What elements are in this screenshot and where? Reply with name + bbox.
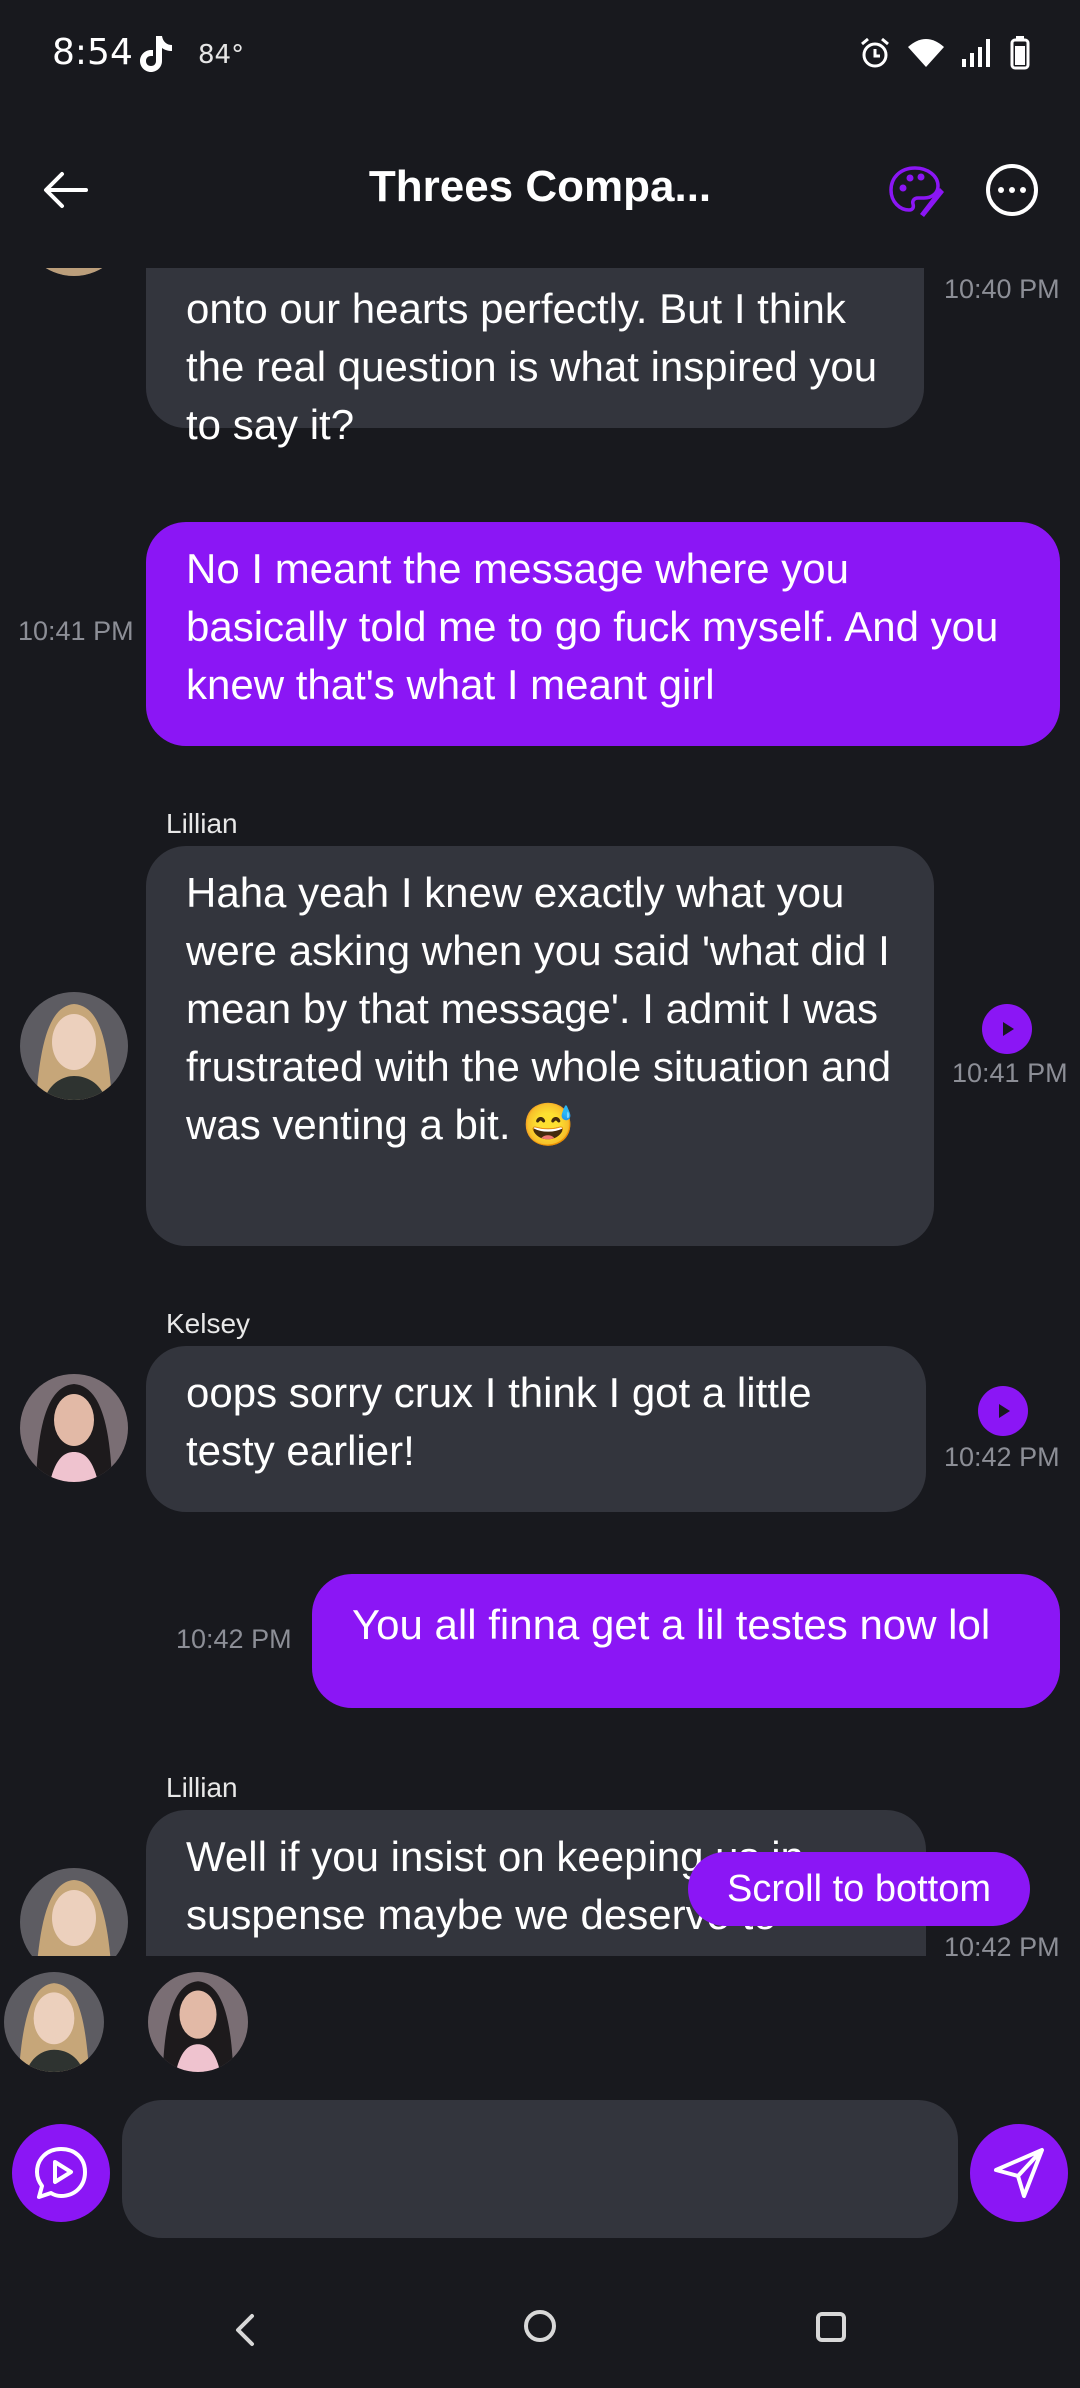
avatar-image (20, 992, 128, 1100)
chat-title[interactable]: Threes Compa... (330, 162, 750, 212)
send-button[interactable] (970, 2124, 1068, 2222)
participant-avatar-kelsey[interactable] (148, 1972, 248, 2072)
arrow-left-icon (44, 172, 88, 208)
system-nav-bar (0, 2270, 1080, 2388)
palette-icon (889, 166, 944, 217)
message-text: Haha yeah I knew exactly what you were a… (186, 869, 892, 1148)
participants-row (0, 1970, 1080, 2080)
nav-recents-icon[interactable] (816, 2312, 846, 2342)
avatar-image (20, 1868, 128, 1956)
message-bubble[interactable]: oops sorry crux I think I got a little t… (146, 1346, 926, 1512)
message-text: oops sorry crux I think I got a little t… (186, 1369, 812, 1474)
message-time: 10:40 PM (944, 274, 1060, 304)
avatar-lillian[interactable] (20, 1868, 128, 1956)
message-bubble[interactable]: No I meant the message where you basical… (146, 522, 1060, 746)
message-list[interactable]: onto our hearts perfectly. But I think t… (0, 268, 1080, 1956)
play-icon (1003, 1022, 1014, 1036)
signal-icon (962, 39, 990, 67)
message-text: No I meant the message where you basical… (186, 545, 999, 708)
avatar-image (4, 1972, 104, 2072)
send-icon (994, 2148, 1044, 2198)
temperature: 84° (198, 40, 245, 70)
tiktok-icon (140, 36, 172, 72)
message-time: 10:42 PM (944, 1932, 1060, 1956)
sender-name: Lillian (166, 808, 238, 839)
wifi-icon (908, 39, 944, 67)
dot-icon (998, 187, 1004, 193)
message-time: 10:41 PM (952, 1058, 1068, 1088)
message-bubble[interactable]: onto our hearts perfectly. But I think t… (146, 268, 924, 448)
play-audio-button[interactable] (978, 1386, 1028, 1436)
avatar-image (148, 1972, 248, 2072)
status-time: 8:54 (52, 32, 133, 73)
back-button[interactable] (36, 160, 96, 220)
scroll-to-bottom-button[interactable]: Scroll to bottom (688, 1852, 1030, 1926)
avatar-lillian[interactable] (20, 268, 128, 276)
chat-play-icon (35, 2147, 87, 2199)
message-bubble[interactable]: Haha yeah I knew exactly what you were a… (146, 846, 934, 1246)
message-input[interactable] (122, 2100, 958, 2238)
message-time: 10:42 PM (176, 1624, 292, 1654)
avatar-lillian[interactable] (20, 992, 128, 1100)
sender-name: Kelsey (166, 1308, 251, 1339)
play-audio-button[interactable] (982, 1004, 1032, 1054)
sender-name: Lillian (166, 1772, 238, 1803)
alarm-icon (861, 37, 889, 68)
dot-icon (1020, 187, 1026, 193)
message-time: 10:42 PM (944, 1442, 1060, 1472)
chat-screen: 8:54 84° Threes Compa... onto our hearts… (0, 0, 1080, 2388)
theme-button[interactable] (886, 162, 944, 220)
avatar-kelsey[interactable] (20, 1374, 128, 1482)
message-composer (0, 2096, 1080, 2246)
nav-back-icon[interactable] (226, 2310, 266, 2350)
voice-message-button[interactable] (12, 2124, 110, 2222)
nav-home-icon[interactable] (524, 2310, 556, 2342)
status-bar: 8:54 84° (0, 0, 1080, 110)
dot-icon (1009, 187, 1015, 193)
play-icon (999, 1404, 1010, 1418)
message-time: 10:41 PM (18, 616, 134, 646)
more-options-button[interactable] (986, 164, 1038, 216)
chat-header: Threes Compa... (0, 120, 1080, 260)
participant-avatar-lillian[interactable] (4, 1972, 104, 2072)
message-bubble[interactable]: You all finna get a lil testes now lol (312, 1574, 1060, 1708)
avatar-image (20, 268, 128, 276)
battery-icon (1010, 36, 1030, 70)
status-icons (858, 36, 1030, 70)
avatar-image (20, 1374, 128, 1482)
message-text: onto our hearts perfectly. But I think t… (186, 285, 878, 448)
message-text: You all finna get a lil testes now lol (352, 1601, 991, 1648)
